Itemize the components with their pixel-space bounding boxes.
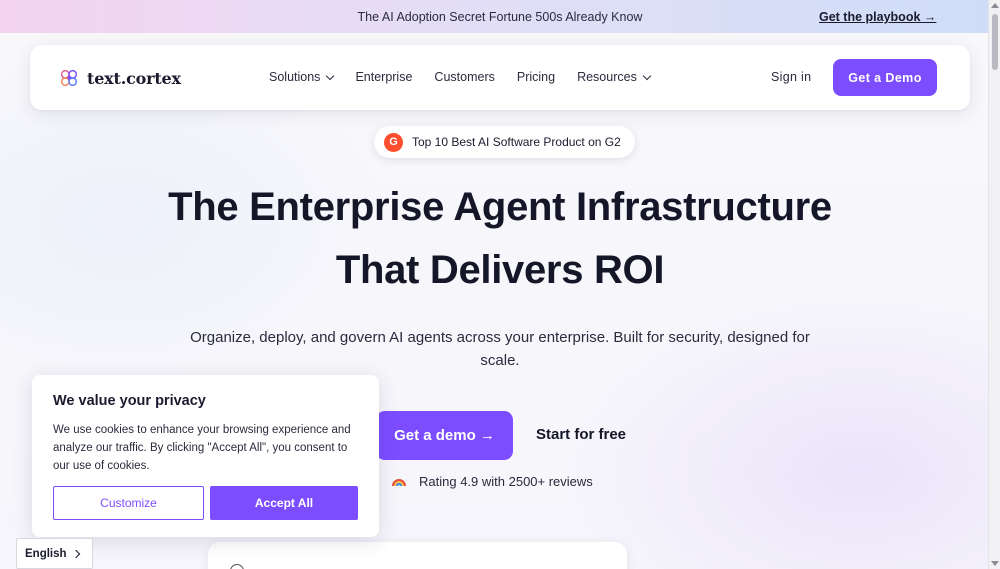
- rating-text: Rating 4.9 with 2500+ reviews: [419, 473, 593, 489]
- preview-card: [208, 542, 627, 569]
- rating-row: Rating 4.9 with 2500+ reviews: [365, 473, 593, 489]
- cookie-consent-panel: We value your privacy We use cookies to …: [32, 375, 379, 537]
- scroll-up-icon[interactable]: [991, 3, 999, 8]
- cookie-body: We use cookies to enhance your browsing …: [53, 424, 351, 472]
- language-label: English: [25, 547, 67, 560]
- chevron-right-icon: [71, 549, 81, 559]
- nav-item-customers[interactable]: Customers: [434, 70, 494, 84]
- announcement-bar: The AI Adoption Secret Fortune 500s Alre…: [0, 0, 988, 33]
- nav-item-label: Enterprise: [355, 70, 413, 84]
- brain-logo-icon: [60, 69, 78, 87]
- page-scrollbar[interactable]: [988, 0, 1000, 569]
- g2-badge: G Top 10 Best AI Software Product on G2: [374, 126, 635, 158]
- nav-menu: Solutions Enterprise Customers Pricing R…: [269, 70, 672, 84]
- scroll-down-icon[interactable]: [991, 561, 999, 566]
- start-free-link[interactable]: Start for free: [536, 426, 626, 443]
- nav-item-resources[interactable]: Resources: [577, 70, 652, 84]
- nav-item-pricing[interactable]: Pricing: [517, 70, 555, 84]
- circle-icon: [230, 564, 244, 569]
- cookie-title: We value your privacy: [53, 393, 206, 409]
- chevron-down-icon: [642, 71, 652, 80]
- page-title: The Enterprise Agent Infrastructure That…: [0, 176, 1000, 302]
- nav-item-label: Pricing: [516, 70, 556, 84]
- nav-item-label: Customers: [434, 70, 495, 84]
- badge-text: Top 10 Best AI Software Product on G2: [412, 135, 621, 149]
- hero-subtitle: Organize, deploy, and govern AI agents a…: [190, 329, 810, 369]
- customize-button[interactable]: Customize: [53, 486, 204, 520]
- rainbow-review-icon: [391, 473, 407, 489]
- logo[interactable]: text.cortex: [58, 67, 181, 89]
- chevron-down-icon: [326, 71, 335, 80]
- g2-logo-icon: G: [384, 132, 403, 152]
- sign-in-link[interactable]: Sign in: [771, 70, 811, 84]
- main-navigation: text.cortex Solutions Enterprise Custome…: [30, 45, 970, 110]
- nav-item-label: Solutions: [269, 70, 321, 84]
- accept-all-button[interactable]: Accept All: [210, 486, 358, 520]
- title-line-2: That Delivers ROI: [335, 248, 665, 292]
- get-demo-button[interactable]: Get a Demo: [833, 59, 937, 96]
- logo-text: text.cortex: [87, 68, 181, 88]
- nav-item-solutions[interactable]: Solutions: [269, 70, 335, 84]
- playbook-link[interactable]: Get the playbook →: [819, 10, 936, 24]
- nav-item-enterprise[interactable]: Enterprise: [355, 70, 412, 84]
- scrollbar-thumb[interactable]: [992, 14, 998, 70]
- language-selector[interactable]: English: [16, 538, 93, 569]
- get-demo-cta-button[interactable]: Get a demo →: [376, 411, 513, 460]
- title-line-1: The Enterprise Agent Infrastructure: [168, 185, 832, 229]
- nav-item-label: Resources: [577, 70, 637, 84]
